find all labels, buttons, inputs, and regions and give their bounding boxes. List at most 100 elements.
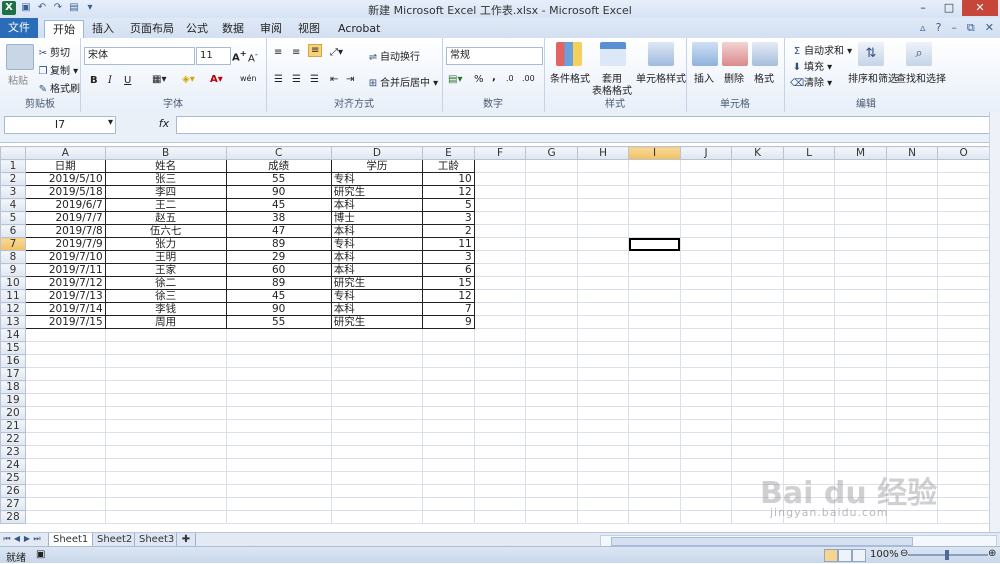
cell[interactable]: 本科 — [330, 224, 424, 238]
cell[interactable] — [679, 471, 733, 485]
cell[interactable] — [576, 198, 630, 212]
number-format-select[interactable]: 常规 — [446, 47, 543, 65]
tab-acrobat[interactable]: Acrobat — [330, 20, 388, 38]
cell[interactable] — [576, 406, 630, 420]
cell[interactable] — [225, 380, 332, 394]
cell[interactable]: 55 — [225, 315, 332, 329]
cell[interactable] — [24, 328, 106, 342]
cell[interactable] — [525, 185, 578, 199]
cell[interactable] — [576, 471, 630, 485]
column-header[interactable]: J — [679, 146, 733, 160]
cell[interactable] — [473, 315, 527, 329]
cell[interactable] — [679, 380, 733, 394]
cell[interactable] — [525, 471, 578, 485]
window-restore-icon[interactable]: ⧉ — [967, 21, 975, 35]
cell[interactable] — [473, 419, 527, 433]
cell[interactable] — [473, 341, 527, 355]
cell[interactable]: 15 — [422, 276, 475, 290]
cell[interactable] — [525, 250, 578, 264]
italic-button[interactable]: I — [108, 75, 112, 86]
cell[interactable] — [679, 263, 733, 277]
cell[interactable] — [885, 367, 939, 381]
cell[interactable] — [104, 393, 227, 407]
cell[interactable] — [834, 263, 887, 277]
cell[interactable] — [104, 380, 227, 394]
row-header[interactable]: 1 — [0, 159, 26, 173]
cell[interactable] — [525, 432, 578, 446]
cell[interactable]: 李钱 — [104, 302, 227, 316]
cell[interactable] — [782, 289, 836, 303]
cell[interactable] — [937, 432, 990, 446]
cell[interactable] — [473, 224, 527, 238]
cell[interactable] — [782, 185, 836, 199]
row-header[interactable]: 23 — [0, 445, 26, 459]
zoom-in-icon[interactable]: ⊕ — [988, 548, 996, 559]
cell[interactable] — [782, 406, 836, 420]
cell[interactable] — [679, 211, 733, 225]
cell[interactable] — [225, 354, 332, 368]
row-header[interactable]: 11 — [0, 289, 26, 303]
cell[interactable]: 12 — [422, 185, 475, 199]
formula-input[interactable] — [176, 116, 990, 134]
cell[interactable] — [679, 497, 733, 511]
cell[interactable] — [679, 185, 733, 199]
cell[interactable] — [834, 185, 887, 199]
row-header[interactable]: 10 — [0, 276, 26, 290]
cell[interactable] — [782, 328, 836, 342]
cell[interactable]: 张三 — [104, 172, 227, 186]
first-sheet-icon[interactable]: ⏮ — [2, 534, 12, 544]
cell[interactable] — [576, 484, 630, 498]
cell[interactable] — [937, 172, 990, 186]
sheet-tab-2[interactable]: Sheet2 — [92, 533, 138, 547]
cell[interactable] — [885, 419, 939, 433]
cell[interactable] — [679, 198, 733, 212]
comma-button[interactable]: , — [492, 72, 496, 83]
cell[interactable] — [782, 367, 836, 381]
sort-filter-button[interactable]: 排序和筛选 — [848, 70, 898, 85]
cell[interactable] — [937, 328, 990, 342]
cell[interactable] — [422, 393, 475, 407]
cell[interactable] — [834, 224, 887, 238]
cell[interactable] — [679, 406, 733, 420]
align-top-icon[interactable]: ≡ — [274, 47, 282, 58]
cell[interactable] — [422, 458, 475, 472]
cell[interactable] — [576, 367, 630, 381]
cell[interactable] — [225, 458, 332, 472]
cell[interactable] — [473, 393, 527, 407]
tab-view[interactable]: 视图 — [290, 20, 328, 38]
cell[interactable] — [225, 419, 332, 433]
font-size-select[interactable]: 11 — [196, 47, 231, 65]
cell[interactable]: 3 — [422, 250, 475, 264]
cell[interactable] — [525, 172, 578, 186]
cell[interactable] — [330, 458, 424, 472]
align-middle-icon[interactable]: ≡ — [292, 47, 300, 58]
cell[interactable] — [834, 393, 887, 407]
cell[interactable] — [225, 471, 332, 485]
cell[interactable] — [576, 302, 630, 316]
cell[interactable]: 本科 — [330, 263, 424, 277]
cell[interactable] — [679, 458, 733, 472]
cell[interactable] — [628, 276, 681, 290]
cell[interactable] — [731, 211, 784, 225]
cell[interactable]: 12 — [422, 289, 475, 303]
orientation-icon[interactable]: ⤢▾ — [330, 47, 343, 58]
merge-center-button[interactable]: ⊞ 合并后居中 ▾ — [366, 74, 438, 91]
cell[interactable] — [525, 419, 578, 433]
paste-button[interactable]: 粘贴 — [8, 72, 28, 87]
cell[interactable] — [885, 289, 939, 303]
cell[interactable] — [525, 445, 578, 459]
cell[interactable]: 2019/7/10 — [24, 250, 106, 264]
cell[interactable] — [225, 367, 332, 381]
cell[interactable] — [525, 393, 578, 407]
cell[interactable] — [525, 289, 578, 303]
cell[interactable] — [679, 224, 733, 238]
underline-button[interactable]: U — [124, 75, 131, 86]
increase-decimal-icon[interactable]: .0 — [506, 74, 514, 83]
cell[interactable] — [937, 315, 990, 329]
cell[interactable] — [937, 510, 990, 524]
cell[interactable] — [628, 354, 681, 368]
fill-button[interactable]: ⬇ 填充 ▾ — [790, 58, 832, 75]
cell[interactable] — [679, 367, 733, 381]
cell[interactable]: 29 — [225, 250, 332, 264]
name-box[interactable]: I7 — [4, 116, 116, 134]
